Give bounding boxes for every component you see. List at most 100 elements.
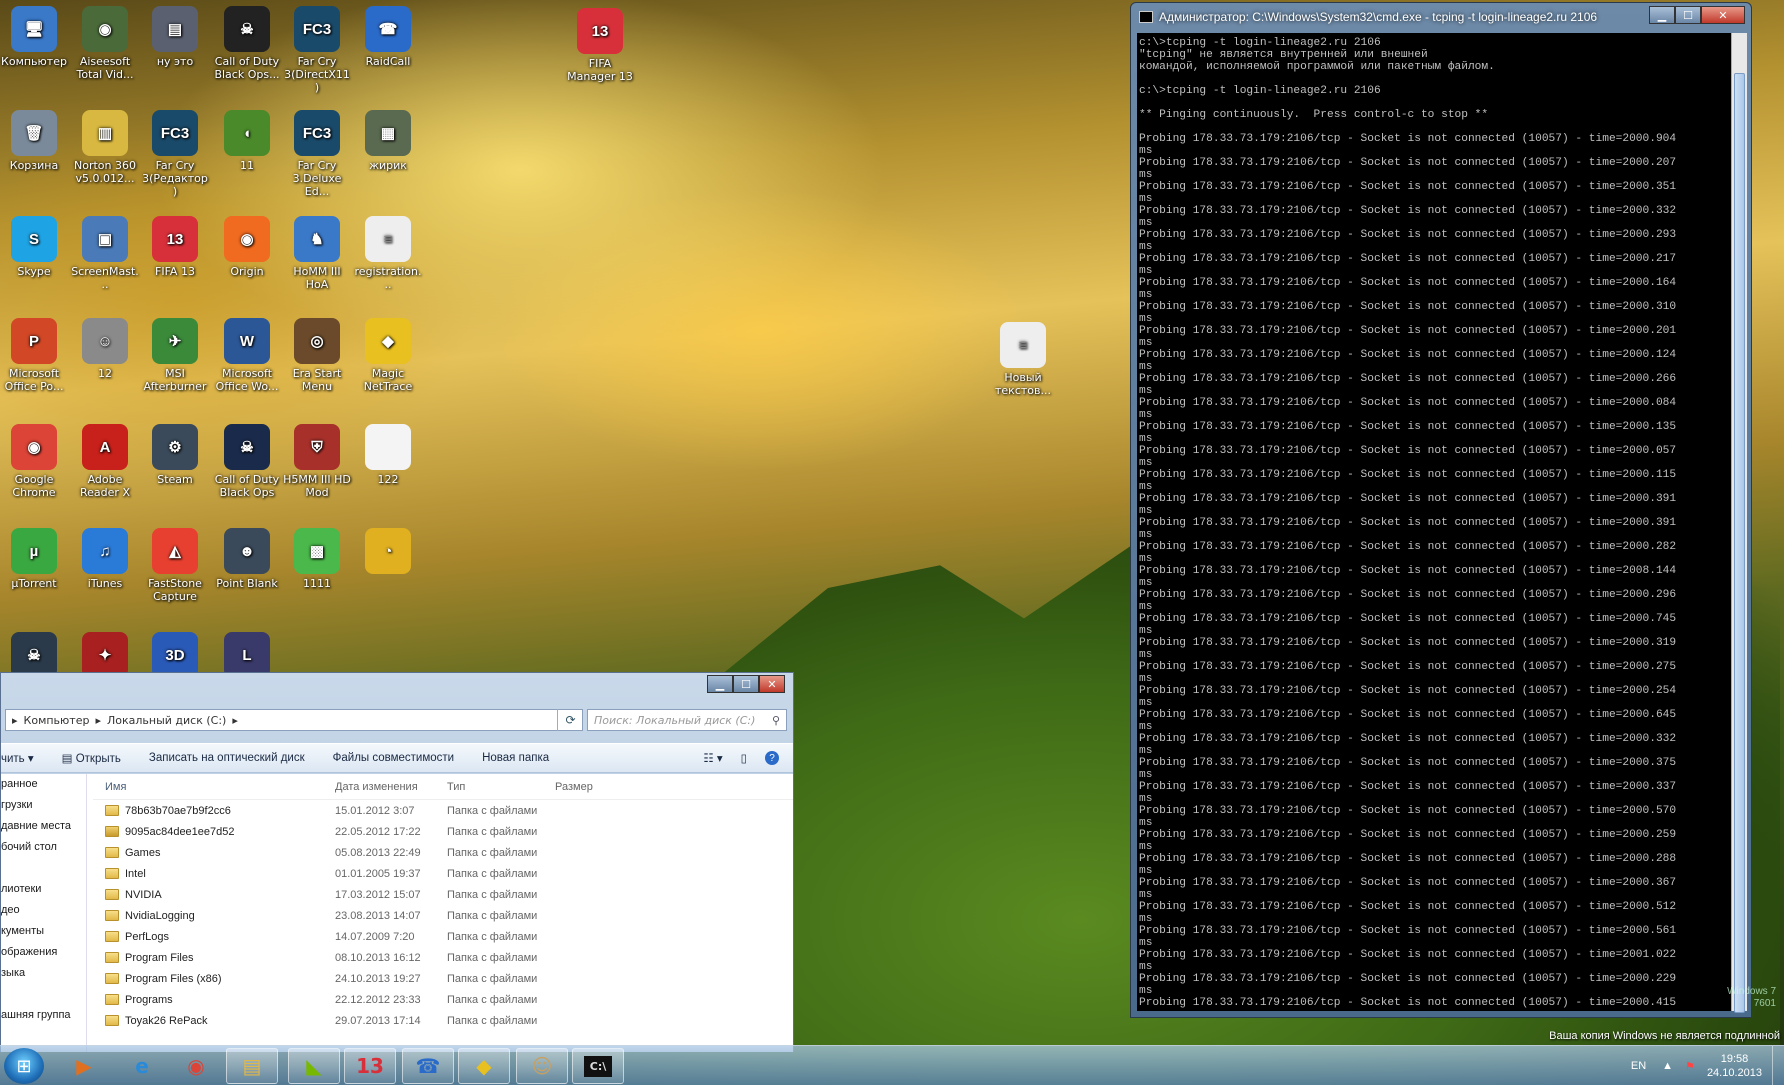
nav-item[interactable]: бочий стол xyxy=(1,837,86,858)
table-row[interactable]: 9095ac84dee1ee7d52 22.05.2012 17:22 Папка … xyxy=(93,821,793,842)
view-options-icon[interactable]: ☷ ▾ xyxy=(703,751,722,765)
column-type[interactable]: Тип xyxy=(447,781,555,793)
taskbar-button[interactable]: e xyxy=(116,1048,168,1084)
desktop-icon[interactable]: ☻ Point Blank xyxy=(213,528,281,590)
nav-item[interactable]: грузки xyxy=(1,795,86,816)
column-name[interactable]: Имя xyxy=(93,781,335,793)
desktop-icon[interactable]: ◭ FastStone Capture xyxy=(141,528,209,603)
desktop-icon[interactable]: 13 FIFA Manager 13 xyxy=(566,8,634,83)
desktop-icon[interactable]: ◉ Google Chrome xyxy=(0,424,68,499)
tray-arrow-icon[interactable]: ▲ xyxy=(1662,1060,1673,1072)
close-button[interactable]: ✕ xyxy=(759,675,785,693)
desktop-icon[interactable]: 🖥 Компьютер xyxy=(0,6,68,68)
taskbar-button[interactable]: ☺ xyxy=(516,1048,568,1084)
desktop-icon[interactable]: FC3 Far Cry 3(DirectX11) xyxy=(283,6,351,94)
refresh-icon[interactable]: ⟳ xyxy=(557,709,583,731)
scrollbar-thumb[interactable] xyxy=(1734,73,1745,1013)
desktop-icon[interactable]: A Adobe Reader X xyxy=(71,424,139,499)
desktop-icon[interactable]: ▣ ScreenMast... xyxy=(71,216,139,291)
desktop-icon[interactable]: ☠ Call of Duty Black Ops xyxy=(213,424,281,499)
table-row[interactable]: NVIDIA 17.03.2012 15:07 Папка с файлами xyxy=(93,884,793,905)
nav-item[interactable]: ображения xyxy=(1,942,86,963)
toolbar-organize[interactable]: чить ▾ xyxy=(1,751,34,765)
address-bar[interactable]: ▸ Компьютер ▸ Локальный диск (C:) ▸ xyxy=(5,709,583,731)
network-flag-icon[interactable]: ⚑ xyxy=(1685,1060,1695,1073)
cmd-window[interactable]: Администратор: C:\Windows\System32\cmd.e… xyxy=(1130,2,1752,1018)
desktop-icon[interactable]: P Microsoft Office Po... xyxy=(0,318,68,393)
toolbar-compat[interactable]: Файлы совместимости xyxy=(333,752,454,764)
toolbar-new-folder[interactable]: Новая папка xyxy=(482,752,549,764)
desktop-icon[interactable]: ☎ RaidCall xyxy=(354,6,422,68)
desktop-icon[interactable]: 122 xyxy=(354,424,422,486)
taskbar-button[interactable]: ▶ xyxy=(58,1048,110,1084)
maximize-button[interactable]: ☐ xyxy=(733,675,759,693)
desktop-icon[interactable]: FC3 Far Cry 3(Редактор) xyxy=(141,110,209,198)
desktop-icon[interactable]: ◆ Magic NetTrace xyxy=(354,318,422,393)
taskbar-button[interactable]: ◉ xyxy=(170,1048,222,1084)
console-scrollbar[interactable] xyxy=(1731,33,1747,1013)
breadcrumb-computer[interactable]: Компьютер xyxy=(24,714,90,727)
search-icon[interactable]: ⚲ xyxy=(772,714,780,727)
clock[interactable]: 19:58 24.10.2013 xyxy=(1707,1052,1762,1080)
desktop-icon[interactable]: S Skype xyxy=(0,216,68,278)
desktop-icon[interactable]: ▤ ну это xyxy=(141,6,209,68)
help-icon[interactable]: ? xyxy=(765,751,779,765)
desktop-icon[interactable]: ◎ Era Start Menu xyxy=(283,318,351,393)
table-row[interactable]: 78b63b70ae7b9f2cc6 15.01.2012 3:07 Папка с… xyxy=(93,800,793,821)
show-desktop-button[interactable] xyxy=(1772,1046,1784,1085)
desktop-icon[interactable]: ≡ Новый текстов... xyxy=(989,322,1057,397)
nav-item[interactable]: зыка xyxy=(1,963,86,984)
nav-item[interactable]: кументы xyxy=(1,921,86,942)
minimize-button[interactable]: ▁ xyxy=(707,675,733,693)
taskbar-button[interactable]: C:\ xyxy=(572,1048,624,1084)
desktop-icon[interactable]: ⚙ Steam xyxy=(141,424,209,486)
desktop-icon[interactable]: ⛨ H5MM III HD Mod xyxy=(283,424,351,499)
desktop-icon[interactable]: µ µTorrent xyxy=(0,528,68,590)
table-row[interactable]: Toyak26 RePack 29.07.2013 17:14 Папка с фа… xyxy=(93,1010,793,1031)
table-row[interactable]: Games 05.08.2013 22:49 Папка с файлами xyxy=(93,842,793,863)
desktop-icon[interactable]: ▩ 1111 xyxy=(283,528,351,590)
column-date[interactable]: Дата изменения xyxy=(335,781,447,793)
desktop-icon[interactable]: ☠ Call of Duty Black Ops... xyxy=(213,6,281,81)
table-row[interactable]: NvidiaLogging 23.08.2013 14:07 Папка с фай… xyxy=(93,905,793,926)
table-row[interactable]: Programs 22.12.2012 23:33 Папка с файлами xyxy=(93,989,793,1010)
minimize-button[interactable]: ▁ xyxy=(1649,6,1675,24)
table-row[interactable]: PerfLogs 14.07.2009 7:20 Папка с файлами xyxy=(93,926,793,947)
desktop-icon[interactable]: ♞ HoMM III HoA xyxy=(283,216,351,291)
console-output[interactable]: c:\>tcping -t login-lineage2.ru 2106 "tcp… xyxy=(1137,33,1731,1011)
desktop-icon[interactable]: ≡ registration... xyxy=(354,216,422,291)
desktop-icon[interactable]: ◖ 11 xyxy=(213,110,281,172)
taskbar-button[interactable]: 13 xyxy=(344,1048,396,1084)
desktop-icon[interactable]: ▦ жирик xyxy=(354,110,422,172)
search-input[interactable]: Поиск: Локальный диск (C:) ⚲ xyxy=(587,709,787,731)
desktop-icon[interactable]: 13 FIFA 13 xyxy=(141,216,209,278)
taskbar-button[interactable]: ◣ xyxy=(288,1048,340,1084)
nav-item[interactable]: ашняя группа xyxy=(1,1005,86,1026)
nav-item[interactable]: лиотеки xyxy=(1,879,86,900)
desktop-icon[interactable]: ◉ Origin xyxy=(213,216,281,278)
nav-item[interactable]: давние места xyxy=(1,816,86,837)
explorer-window[interactable]: ▁ ☐ ✕ ▸ Компьютер ▸ Локальный диск (C:) … xyxy=(0,672,794,1052)
preview-pane-icon[interactable]: ▯ xyxy=(741,751,747,765)
language-indicator[interactable]: EN xyxy=(1631,1060,1646,1072)
desktop-icon[interactable]: ◉ Aiseesoft Total Vid... xyxy=(71,6,139,81)
desktop-icon[interactable]: ☺ 12 xyxy=(71,318,139,380)
desktop-icon[interactable]: ♫ iTunes xyxy=(71,528,139,590)
taskbar-button[interactable]: ◆ xyxy=(458,1048,510,1084)
taskbar-button[interactable]: ☎ xyxy=(402,1048,454,1084)
desktop-icon[interactable]: ✈ MSI Afterburner xyxy=(141,318,209,393)
desktop-icon[interactable]: ◔ xyxy=(354,528,422,577)
desktop-icon[interactable]: 🗑 Корзина xyxy=(0,110,68,172)
nav-item[interactable]: ранное xyxy=(1,774,86,795)
column-size[interactable]: Размер xyxy=(555,781,635,793)
desktop-icon[interactable]: W Microsoft Office Wo... xyxy=(213,318,281,393)
maximize-button[interactable]: ☐ xyxy=(1675,6,1701,24)
toolbar-open[interactable]: ▤ Открыть xyxy=(62,751,121,765)
table-row[interactable]: Intel 01.01.2005 19:37 Папка с файлами xyxy=(93,863,793,884)
table-row[interactable]: Program Files 08.10.2013 16:12 Папка с фай… xyxy=(93,947,793,968)
close-button[interactable]: ✕ xyxy=(1701,6,1745,24)
desktop-icon[interactable]: ▥ Norton 360 v5.0.012... xyxy=(71,110,139,185)
breadcrumb-drive[interactable]: Локальный диск (C:) xyxy=(107,714,226,727)
nav-item[interactable]: део xyxy=(1,900,86,921)
taskbar-button[interactable]: ▤ xyxy=(226,1048,278,1084)
